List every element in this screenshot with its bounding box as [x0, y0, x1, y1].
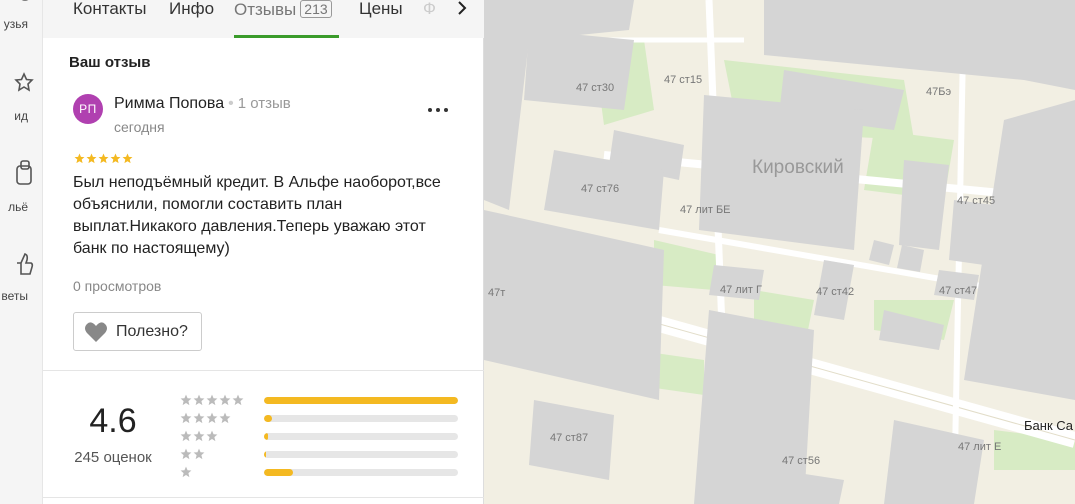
- author-name[interactable]: Римма Попова: [114, 95, 224, 112]
- friends-icon: [21, 0, 29, 1]
- like-icon: [17, 253, 34, 275]
- star-icon: [180, 412, 192, 424]
- map-district-label: Кировский: [752, 157, 844, 178]
- views-count: 0 просмотров: [73, 278, 162, 294]
- star-icon: [193, 448, 205, 460]
- star-icon: [180, 448, 192, 460]
- map-label: 47 ст42: [816, 286, 855, 298]
- review-text: Был неподъёмный кредит. В Альфе наоборот…: [73, 174, 441, 257]
- tab-bar: Контакты Инфо Отзывы 213 Цены Ф: [43, 0, 484, 38]
- star-icon: [232, 394, 244, 406]
- map-label: 47 ст56: [782, 455, 821, 467]
- rating-row-3: [180, 430, 480, 442]
- tab-info[interactable]: Инфо: [169, 0, 214, 38]
- star-icon: [206, 412, 218, 424]
- star-icon: [193, 394, 205, 406]
- tab-contacts[interactable]: Контакты: [73, 0, 146, 38]
- active-tab-indicator: [234, 35, 339, 38]
- rating-bar-fill: [264, 397, 458, 404]
- rating-row-4: [180, 412, 480, 424]
- rail-label-guide: ид: [14, 109, 28, 123]
- rating-row-stars: [180, 448, 205, 460]
- star-icon: [219, 412, 231, 424]
- separator-dot: •: [228, 95, 234, 112]
- map-label: 47 ст47: [939, 285, 978, 297]
- review-stars: [74, 153, 133, 164]
- map-label: 47 лит Г: [720, 284, 762, 296]
- business-panel: Контакты Инфо Отзывы 213 Цены Ф Ваш отзыв…: [43, 0, 484, 504]
- your-review-title: Ваш отзыв: [69, 54, 151, 71]
- rating-bar-fill: [264, 451, 266, 458]
- star-icon: [193, 412, 205, 424]
- chevron-right-icon: [458, 1, 467, 15]
- tab-reviews[interactable]: Отзывы 213: [234, 0, 332, 38]
- map-label: 47 ст76: [581, 183, 620, 195]
- tabs-scroll-right-button[interactable]: [448, 0, 484, 18]
- rating-bar-fill: [264, 415, 272, 422]
- rating-row-stars: [180, 412, 231, 424]
- rating-bar: [264, 451, 458, 458]
- rating-bar: [264, 469, 458, 476]
- map-label: 47 ст45: [957, 195, 996, 207]
- rating-bar: [264, 397, 458, 404]
- map-canvas: [484, 0, 1075, 504]
- rail-label-photo: льё: [8, 200, 28, 214]
- author-review-count[interactable]: 1 отзыв: [238, 95, 291, 112]
- star-icon: [206, 394, 218, 406]
- rating-row-stars: [180, 466, 192, 478]
- tab-photos[interactable]: Ф: [423, 0, 436, 38]
- star-icon: [110, 153, 121, 164]
- map-label: 47 лит БЕ: [680, 204, 731, 216]
- map-label: 47 лит Е: [958, 441, 1002, 453]
- star-icon: [180, 394, 192, 406]
- tab-prices[interactable]: Цены: [359, 0, 403, 38]
- avatar[interactable]: РП: [73, 94, 103, 124]
- star-icon: [180, 466, 192, 478]
- review-date: сегодня: [114, 119, 165, 135]
- rating-value: 4.6: [89, 402, 137, 440]
- rating-row-stars: [180, 394, 244, 406]
- rating-bar-fill: [264, 469, 294, 476]
- map-label: 47 ст30: [576, 82, 615, 94]
- star-icon: [206, 430, 218, 442]
- map-poi-label[interactable]: Банк Са: [1024, 418, 1073, 433]
- star-icon: [180, 430, 192, 442]
- star-icon: [74, 153, 85, 164]
- reviews-count-badge: 213: [300, 0, 332, 18]
- useful-button[interactable]: Полезно?: [73, 312, 202, 351]
- rating-row-2: [180, 448, 480, 460]
- rail-label-like: веты: [1, 289, 28, 303]
- map-label: 47 ст87: [550, 432, 589, 444]
- rating-bar-fill: [264, 433, 268, 440]
- map-label: 47 ст15: [664, 74, 703, 86]
- heart-icon: [85, 321, 107, 342]
- useful-label: Полезно?: [116, 322, 188, 340]
- divider: [43, 497, 484, 498]
- map[interactable]: Кировский Банк Са 47 ст30 47 ст15 47Бэ 4…: [484, 0, 1075, 504]
- star-icon: [86, 153, 97, 164]
- map-label: 47т: [488, 287, 506, 299]
- more-options-button[interactable]: [423, 100, 453, 120]
- rating-row-stars: [180, 430, 218, 442]
- photo-icon: [16, 160, 32, 185]
- map-label: 47Бэ: [926, 86, 952, 98]
- rail-label-friends: узья: [3, 17, 28, 31]
- star-icon: [98, 153, 109, 164]
- guide-icon: [14, 72, 34, 92]
- review-author: Римма Попова • 1 отзыв: [114, 95, 291, 113]
- star-icon: [219, 394, 231, 406]
- rating-row-5: [180, 394, 480, 406]
- star-icon: [122, 153, 133, 164]
- star-icon: [193, 430, 205, 442]
- rating-bar: [264, 433, 458, 440]
- rating-row-1: [180, 466, 480, 478]
- divider: [43, 370, 484, 371]
- left-rail: узья ид льё веты: [0, 0, 43, 504]
- rating-count: 245 оценок: [74, 449, 152, 466]
- rating-bar: [264, 415, 458, 422]
